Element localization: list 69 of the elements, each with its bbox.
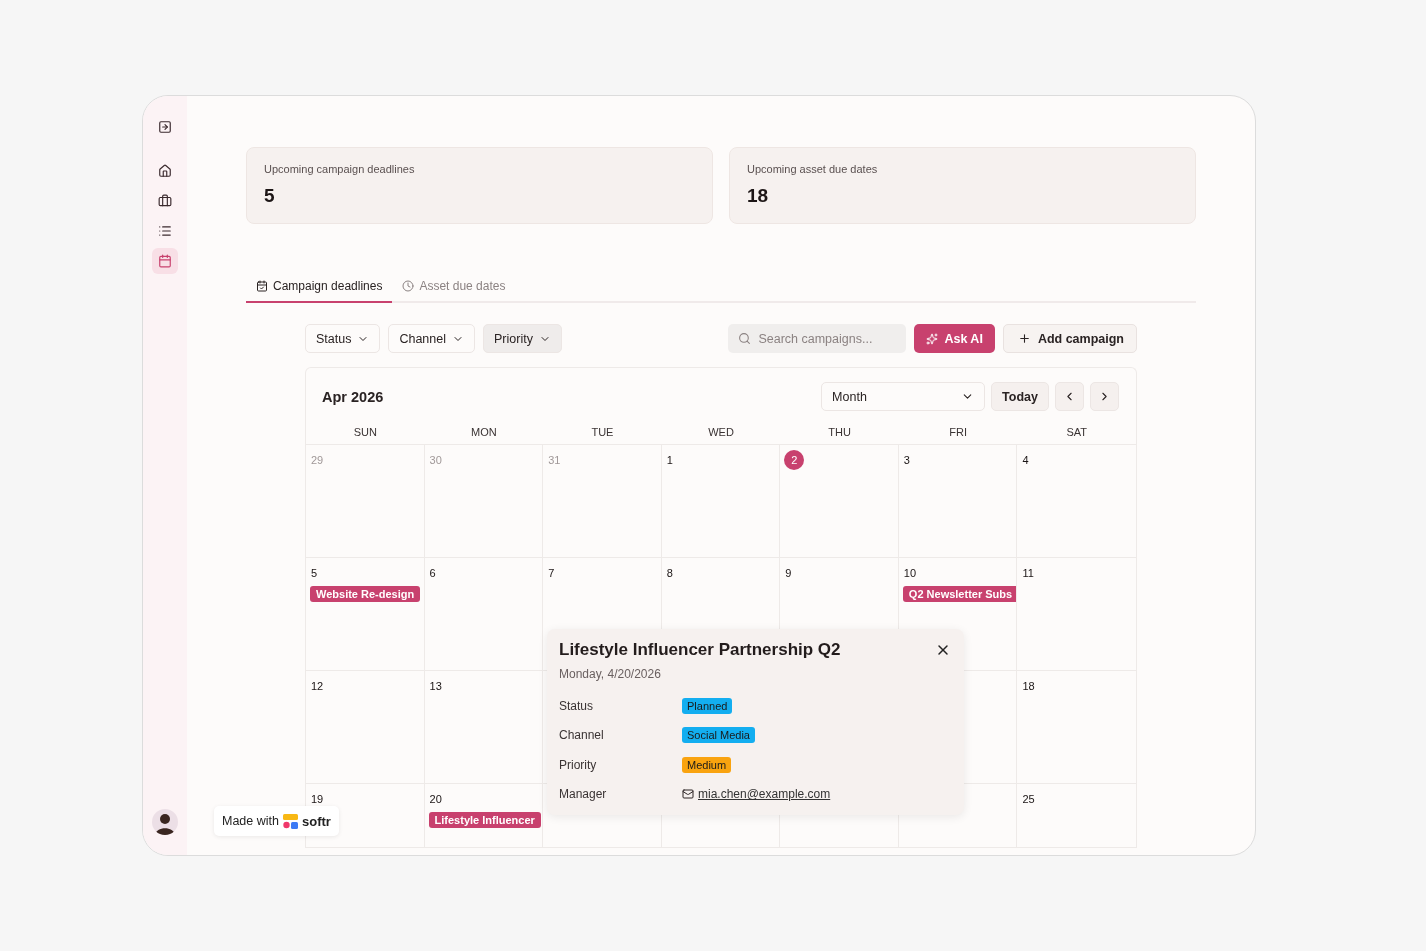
clock-icon [402,280,415,292]
field-label: Channel [559,728,605,743]
sidebar-toggle-icon [158,120,172,134]
date-number: 20 [428,792,442,807]
tag: Social Media [682,727,755,744]
date-number: 5 [310,566,318,581]
tag: Medium [682,756,732,773]
calendar-icon [158,254,172,268]
weekday-label: TUE [543,421,662,445]
field-label: Priority [559,757,598,772]
mail-icon [682,788,694,801]
date-number: 10 [902,566,917,581]
date-number: 8 [665,566,673,581]
sparkles-icon [926,332,939,345]
date-number: 19 [310,792,324,807]
date-number: 29 [310,453,324,468]
calendar-month-title: Apr 2026 [322,388,384,405]
today-date[interactable]: 2 [784,450,805,470]
today-button[interactable]: Today [991,382,1049,411]
weekday-label: SUN [306,421,425,445]
tab[interactable]: Campaign deadlines [246,270,393,303]
weekday-label: THU [780,421,899,445]
stat-label: Upcoming asset due dates [747,163,879,175]
ask-ai-button[interactable]: Ask AI [914,324,995,353]
date-number: 6 [428,566,436,581]
email-link[interactable]: mia.chen@example.com [698,787,831,802]
date-number: 3 [902,453,910,468]
popover-date: Monday, 4/20/2026 [559,667,662,681]
date-number: 7 [547,566,555,581]
date-number: 30 [428,453,442,468]
plus-icon [1017,332,1031,345]
field-label: Manager [559,787,608,802]
date-number: 13 [428,679,442,694]
date-number: 4 [1021,453,1029,468]
close-icon [935,642,951,658]
field-label: Status [559,698,595,713]
stat-label: Upcoming campaign deadlines [264,163,416,175]
view-select[interactable]: Month [821,382,986,411]
filter-dropdown[interactable]: Channel [388,324,475,353]
home-icon [158,164,172,178]
event-chip[interactable]: Lifestyle Influencer [428,812,541,828]
weekday-label: MON [424,421,544,445]
briefcase-icon [158,194,172,208]
date-number: 18 [1021,679,1035,694]
weekday-label: WED [661,421,781,445]
logo-icon [283,813,298,829]
add-campaign-button[interactable]: Add campaign [1002,324,1137,353]
popover-title: Lifestyle Influencer Partnership Q2 [559,640,841,660]
filter-dropdown[interactable]: Status [305,324,381,353]
date-number: 25 [1021,792,1035,807]
date-number: 12 [310,679,324,694]
avatar[interactable] [152,809,178,835]
stat-value: 18 [747,185,770,207]
date-number: 1 [665,453,673,468]
tab[interactable]: Asset due dates [392,270,516,303]
made-with-badge[interactable]: Made with softr [214,806,339,836]
list-icon [158,224,172,238]
weekday-label: FRI [898,421,1018,445]
date-number: 9 [784,566,792,581]
weekday-label: SAT [1017,421,1136,445]
event-chip[interactable]: Q2 Newsletter Subs [902,586,1017,602]
date-number: 31 [547,453,561,468]
calendar-check-icon [256,280,268,292]
filter-dropdown[interactable]: Priority [483,324,562,353]
event-chip[interactable]: Website Re-design [310,586,421,602]
date-number: 11 [1021,566,1034,581]
stat-value: 5 [264,185,276,207]
search-field[interactable]: Search campaigns... [728,324,907,353]
tag: Planned [682,697,733,714]
